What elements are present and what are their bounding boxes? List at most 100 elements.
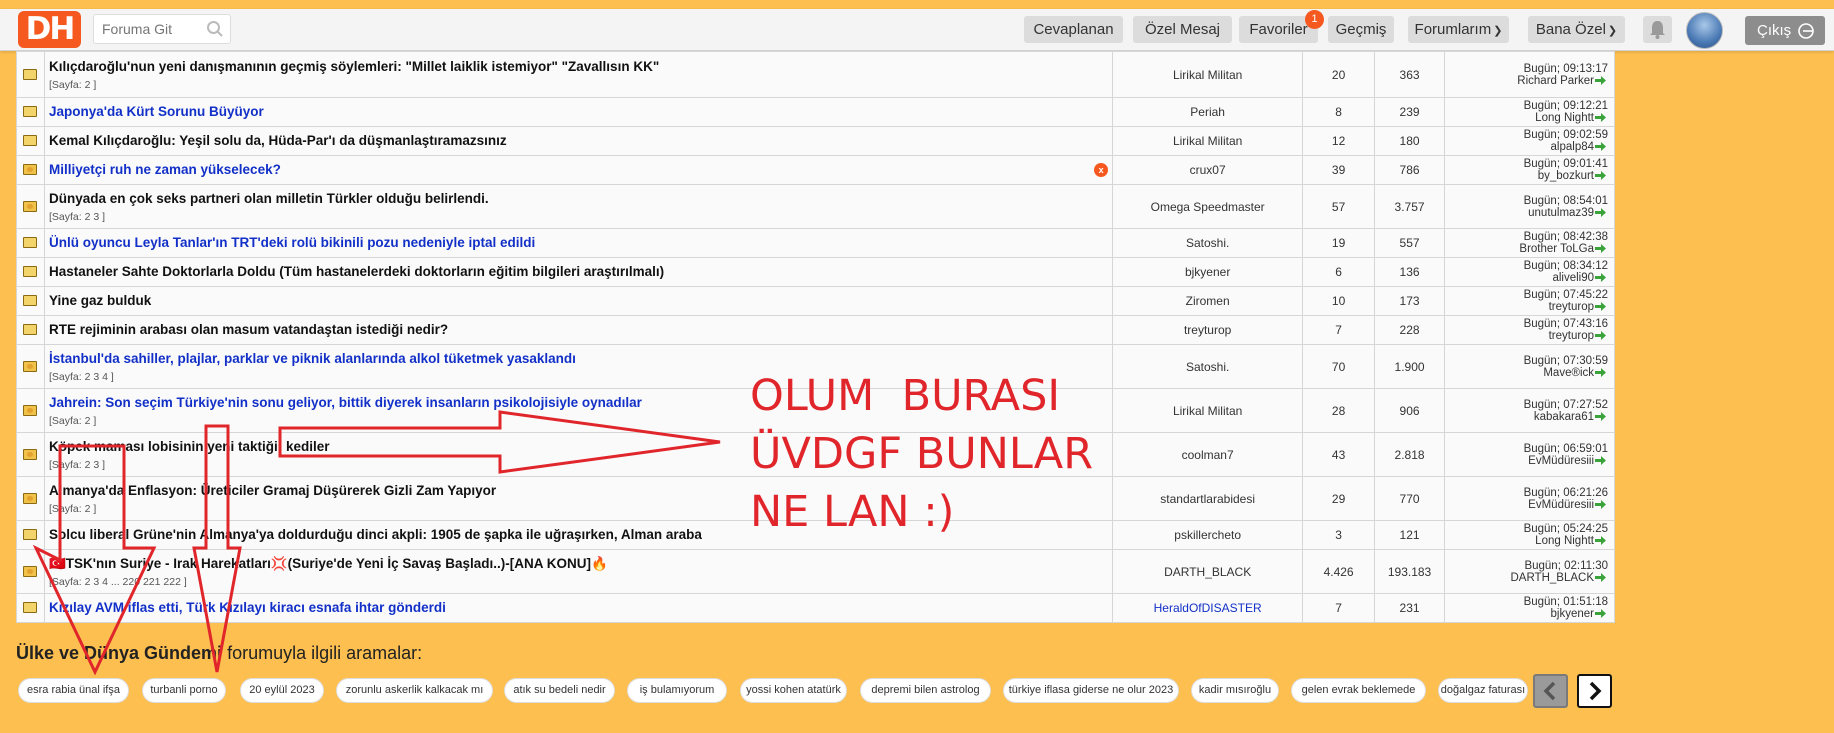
- topic-pages[interactable]: [Sayfa: 2 3 4 ... 220 221 222 ]: [49, 576, 1112, 588]
- search-chip[interactable]: iş bulamıyorum: [627, 678, 727, 703]
- last-post-user[interactable]: Long Nightt: [1535, 112, 1594, 124]
- last-post-user[interactable]: bjkyener: [1551, 608, 1594, 620]
- go-to-last-post-icon[interactable]: [1594, 455, 1608, 465]
- topic-pages[interactable]: [Sayfa: 2 3 ]: [49, 211, 1112, 223]
- last-post-user[interactable]: by_bozkurt: [1538, 170, 1594, 182]
- user-avatar[interactable]: [1686, 12, 1723, 49]
- my-forums-button[interactable]: Forumlarım ❯: [1408, 16, 1509, 43]
- topic-pages[interactable]: [Sayfa: 2 ]: [49, 79, 1112, 91]
- topic-title-link[interactable]: Almanya'da Enflasyon: Üreticiler Gramaj …: [49, 483, 496, 498]
- last-post-user[interactable]: alpalp84: [1551, 141, 1594, 153]
- last-post-user[interactable]: unutulmaz39: [1528, 207, 1594, 219]
- history-button[interactable]: Geçmiş: [1328, 16, 1394, 43]
- last-post-user[interactable]: kabakara61: [1534, 411, 1594, 423]
- topic-title-link[interactable]: Japonya'da Kürt Sorunu Büyüyor: [49, 104, 264, 119]
- topic-author[interactable]: standartlarabidesi: [1112, 476, 1304, 521]
- scroll-right-button[interactable]: [1577, 674, 1612, 708]
- topic-title-link[interactable]: Jahrein: Son seçim Türkiye'nin sonu geli…: [49, 395, 642, 410]
- topic-title-link[interactable]: RTE rejiminin arabası olan masum vatanda…: [49, 322, 448, 337]
- topic-author[interactable]: Omega Speedmaster: [1112, 184, 1304, 229]
- go-to-last-post-icon[interactable]: [1594, 273, 1608, 283]
- topic-title-link[interactable]: Solcu liberal Grüne'nin Almanya'ya doldu…: [49, 527, 702, 542]
- notifications-button[interactable]: [1643, 16, 1672, 43]
- close-icon[interactable]: x: [1094, 163, 1109, 177]
- last-post-user[interactable]: DARTH_BLACK: [1510, 572, 1594, 584]
- topic-title-link[interactable]: İstanbul'da sahiller, plajlar, parklar v…: [49, 351, 576, 366]
- topic-icon-cell: [16, 51, 45, 98]
- search-chip[interactable]: kadir mısıroğlu: [1191, 678, 1279, 703]
- topic-title-link[interactable]: 🇹🇷TSK'nın Suriye - Irak Harekatları💢(Sur…: [49, 556, 608, 571]
- topic-last-post: Bugün; 09:01:41 by_bozkurt: [1444, 155, 1615, 185]
- topic-title-link[interactable]: Milliyetçi ruh ne zaman yükselecek?: [49, 162, 281, 177]
- forum-search-input[interactable]: [102, 20, 202, 38]
- go-to-last-post-icon[interactable]: [1594, 171, 1608, 181]
- search-chip[interactable]: zorunlu askerlik kalkacak mı: [336, 678, 493, 703]
- topic-author[interactable]: Periah: [1112, 97, 1304, 127]
- topic-author[interactable]: DARTH_BLACK: [1112, 549, 1304, 594]
- logout-button[interactable]: Çıkış: [1745, 16, 1825, 45]
- go-to-last-post-icon[interactable]: [1594, 75, 1608, 85]
- topic-title-link[interactable]: Kemal Kılıçdaroğlu: Yeşil solu da, Hüda-…: [49, 133, 507, 148]
- go-to-last-post-icon[interactable]: [1594, 367, 1608, 377]
- topic-author[interactable]: Satoshi.: [1112, 228, 1304, 258]
- search-chip[interactable]: esra rabia ünal ifşa: [18, 678, 129, 703]
- topic-author[interactable]: Lirikal Militan: [1112, 388, 1304, 433]
- mine-button[interactable]: Bana Özel ❯: [1528, 16, 1625, 43]
- go-to-last-post-icon[interactable]: [1594, 331, 1608, 341]
- go-to-last-post-icon[interactable]: [1594, 207, 1608, 217]
- search-chip[interactable]: gelen evrak beklemede: [1291, 678, 1426, 703]
- search-chip[interactable]: depremi bilen astrolog: [860, 678, 991, 703]
- topic-author[interactable]: coolman7: [1112, 432, 1304, 477]
- topic-title-cell: Ünlü oyuncu Leyla Tanlar'ın TRT'deki rol…: [43, 228, 1114, 258]
- go-to-last-post-icon[interactable]: [1594, 572, 1608, 582]
- search-icon[interactable]: [206, 20, 224, 38]
- topic-author[interactable]: Lirikal Militan: [1112, 126, 1304, 156]
- answered-button[interactable]: Cevaplanan: [1024, 16, 1123, 43]
- search-chip[interactable]: atık su bedeli nedir: [504, 678, 615, 703]
- go-to-last-post-icon[interactable]: [1594, 411, 1608, 421]
- topic-author[interactable]: HeraldOfDISASTER: [1112, 593, 1304, 623]
- search-chip[interactable]: turbanli porno: [142, 678, 226, 703]
- last-post-user[interactable]: EvMüdüresiii: [1528, 499, 1594, 511]
- go-to-last-post-icon[interactable]: [1594, 244, 1608, 254]
- last-post-user[interactable]: EvMüdüresiii: [1528, 455, 1594, 467]
- search-chip[interactable]: 20 eylül 2023: [240, 678, 324, 703]
- go-to-last-post-icon[interactable]: [1594, 536, 1608, 546]
- topic-icon-cell: [16, 593, 45, 623]
- topic-title-link[interactable]: Yine gaz bulduk: [49, 293, 151, 308]
- topic-author[interactable]: Satoshi.: [1112, 344, 1304, 389]
- topic-title-link[interactable]: Kılıçdaroğlu'nun yeni danışmanının geçmi…: [49, 59, 659, 74]
- topic-author[interactable]: bjkyener: [1112, 257, 1304, 287]
- go-to-last-post-icon[interactable]: [1594, 302, 1608, 312]
- last-post-user[interactable]: Richard Parker: [1517, 75, 1594, 87]
- forum-name[interactable]: Ülke ve Dünya Gündemi: [16, 643, 222, 663]
- topic-author[interactable]: pskillercheto: [1112, 520, 1304, 550]
- topic-author[interactable]: crux07: [1112, 155, 1304, 185]
- topic-title-link[interactable]: Ünlü oyuncu Leyla Tanlar'ın TRT'deki rol…: [49, 235, 535, 250]
- private-message-button[interactable]: Özel Mesaj: [1133, 16, 1232, 43]
- go-to-last-post-icon[interactable]: [1594, 499, 1608, 509]
- last-post-user[interactable]: Long Nightt: [1535, 535, 1594, 547]
- topic-title-link[interactable]: Kızılay AVM iflas etti, Türk Kızılayı ki…: [49, 600, 446, 615]
- topic-title-link[interactable]: Köpek maması lobisinin yeni taktiği: ked…: [49, 439, 330, 454]
- topic-author[interactable]: treyturop: [1112, 315, 1304, 345]
- topic-author[interactable]: Ziromen: [1112, 286, 1304, 316]
- site-logo[interactable]: DH: [18, 11, 81, 48]
- last-post-user[interactable]: aliveli90: [1552, 272, 1594, 284]
- last-post-user[interactable]: Brother ToLGa: [1519, 243, 1594, 255]
- last-post-user[interactable]: treyturop: [1549, 301, 1594, 313]
- search-chip[interactable]: yossi kohen atatürk: [740, 678, 847, 703]
- topic-author[interactable]: Lirikal Militan: [1112, 51, 1304, 98]
- search-chip[interactable]: türkiye iflasa giderse ne olur 2023: [1003, 678, 1179, 703]
- go-to-last-post-icon[interactable]: [1594, 142, 1608, 152]
- go-to-last-post-icon[interactable]: [1594, 113, 1608, 123]
- search-chip[interactable]: doğalgaz faturası: [1438, 678, 1528, 703]
- last-post-user[interactable]: Mave®ick: [1543, 367, 1594, 379]
- forum-search-box[interactable]: [93, 14, 231, 44]
- topic-title-link[interactable]: Dünyada en çok seks partneri olan millet…: [49, 191, 489, 206]
- topic-title-link[interactable]: Hastaneler Sahte Doktorlarla Doldu (Tüm …: [49, 264, 664, 279]
- scroll-left-button[interactable]: [1533, 674, 1568, 708]
- last-post-user[interactable]: treyturop: [1549, 330, 1594, 342]
- topic-replies: 39: [1302, 155, 1376, 185]
- go-to-last-post-icon[interactable]: [1594, 609, 1608, 619]
